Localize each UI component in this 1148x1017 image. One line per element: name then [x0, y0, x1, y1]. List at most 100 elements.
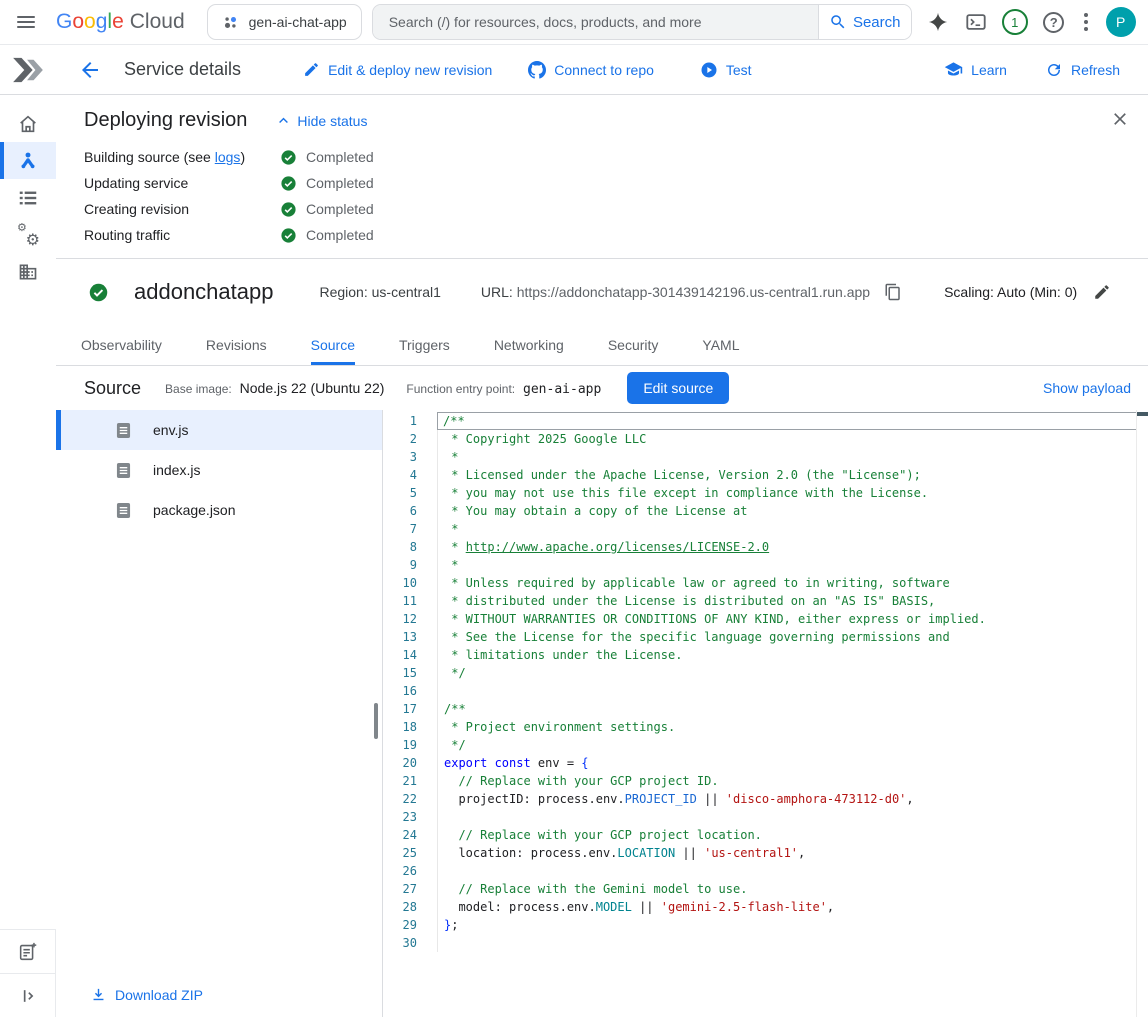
service-action-bar: Service details Edit & deploy new revisi… [0, 45, 1148, 95]
code-line-content[interactable] [437, 682, 1137, 700]
code-line-content[interactable]: * You may obtain a copy of the License a… [437, 502, 1137, 520]
edit-source-button[interactable]: Edit source [627, 372, 729, 404]
file-item-index.js[interactable]: index.js [56, 450, 382, 490]
connect-repo-label: Connect to repo [554, 62, 654, 78]
back-button[interactable] [78, 58, 102, 82]
code-line-content[interactable]: * [437, 448, 1137, 466]
code-line: 2 * Copyright 2025 Google LLC [383, 430, 1148, 448]
status-completed: Completed [280, 201, 374, 218]
cloud-logo-text: Cloud [130, 10, 185, 34]
tab-security[interactable]: Security [608, 325, 659, 365]
more-options-icon[interactable] [1080, 13, 1092, 31]
file-item-package.json[interactable]: package.json [56, 490, 382, 530]
code-line-content[interactable]: * you may not use this file except in co… [437, 484, 1137, 502]
copy-url-button[interactable] [884, 283, 902, 301]
region-label: Region: [319, 284, 367, 300]
chevron-up-icon [275, 112, 292, 129]
learn-button[interactable]: Learn [944, 60, 1007, 79]
code-line-content[interactable]: model: process.env.MODEL || 'gemini-2.5-… [437, 898, 1137, 916]
tab-revisions[interactable]: Revisions [206, 325, 267, 365]
file-item-env.js[interactable]: env.js [56, 410, 382, 450]
logs-link[interactable]: logs [215, 149, 241, 165]
search-input[interactable] [373, 14, 818, 30]
code-line: 24 // Replace with your GCP project loca… [383, 826, 1148, 844]
code-line-content[interactable]: // Replace with the Gemini model to use. [437, 880, 1137, 898]
code-line-content[interactable]: * Licensed under the Apache License, Ver… [437, 466, 1137, 484]
test-button[interactable]: Test [700, 61, 752, 79]
help-icon[interactable]: ? [1042, 10, 1066, 34]
line-number: 18 [383, 718, 437, 736]
connect-repo-button[interactable]: Connect to repo [528, 61, 654, 79]
notifications-badge[interactable]: 1 [1002, 9, 1028, 35]
close-status-panel-button[interactable] [1110, 109, 1130, 129]
editor-overview-ruler[interactable] [1136, 410, 1148, 1017]
tab-triggers[interactable]: Triggers [399, 325, 450, 365]
tab-observability[interactable]: Observability [81, 325, 162, 365]
code-line-content[interactable]: }; [437, 916, 1137, 934]
service-tabs: Observability Revisions Source Triggers Netw… [56, 325, 1148, 366]
code-editor[interactable]: 1/**2 * Copyright 2025 Google LLC3 *4 * … [383, 410, 1148, 1017]
gemini-sparkle-icon[interactable] [926, 10, 950, 34]
code-line-content[interactable]: /** [437, 700, 1137, 718]
code-line: 17/** [383, 700, 1148, 718]
code-line-content[interactable]: * limitations under the License. [437, 646, 1137, 664]
sidebar-item-release-notes[interactable] [0, 929, 55, 973]
file-panel-scrollbar[interactable] [374, 703, 378, 739]
tab-networking[interactable]: Networking [494, 325, 564, 365]
main-menu-icon[interactable] [14, 10, 38, 34]
sidebar-item-cloud-run[interactable] [0, 142, 56, 179]
code-line-content[interactable]: * WITHOUT WARRANTIES OR CONDITIONS OF AN… [437, 610, 1137, 628]
play-icon [700, 61, 718, 79]
sidebar-item-invocations[interactable] [0, 179, 56, 216]
download-zip-button[interactable]: Download ZIP [90, 986, 203, 1003]
edit-scaling-button[interactable] [1093, 283, 1111, 301]
code-line-content[interactable] [437, 934, 1137, 952]
project-picker-button[interactable]: gen-ai-chat-app [207, 4, 362, 40]
avatar[interactable]: P [1106, 7, 1136, 37]
code-line: 29}; [383, 916, 1148, 934]
code-line-content[interactable]: * distributed under the License is distr… [437, 592, 1137, 610]
code-line-content[interactable]: * http://www.apache.org/licenses/LICENSE… [437, 538, 1137, 556]
check-circle-icon [280, 227, 297, 244]
function-entry-point: Function entry point: gen-ai-app [406, 380, 601, 397]
code-line-content[interactable]: */ [437, 664, 1137, 682]
code-line-content[interactable]: * See the License for the specific langu… [437, 628, 1137, 646]
status-row-label: Building source (see logs) [84, 149, 280, 165]
code-line-content[interactable]: export const env = { [437, 754, 1137, 772]
code-line-content[interactable]: * [437, 556, 1137, 574]
sidebar-collapse-toggle[interactable] [0, 973, 55, 1017]
cloud-shell-icon[interactable] [964, 10, 988, 34]
sidebar-item-home[interactable] [0, 105, 56, 142]
url-value[interactable]: https://addonchatapp-301439142196.us-cen… [517, 284, 870, 300]
code-line-content[interactable]: * Project environment settings. [437, 718, 1137, 736]
line-number: 1 [383, 412, 437, 430]
service-header: addonchatapp Region: us-central1 URL: ht… [56, 259, 1148, 325]
tab-source[interactable]: Source [311, 325, 355, 365]
code-line-content[interactable]: location: process.env.LOCATION || 'us-ce… [437, 844, 1137, 862]
file-icon [116, 422, 131, 439]
sidebar-item-organization[interactable] [0, 253, 56, 290]
show-payload-link[interactable]: Show payload [1043, 380, 1131, 396]
check-circle-icon [280, 201, 297, 218]
source-content: env.jsindex.jspackage.json Download ZIP … [56, 410, 1148, 1017]
file-icon [116, 502, 131, 519]
code-line: 5 * you may not use this file except in … [383, 484, 1148, 502]
status-row: Building source (see logs)Completed [84, 144, 1148, 170]
hide-status-toggle[interactable]: Hide status [275, 112, 367, 129]
code-line-content[interactable]: * [437, 520, 1137, 538]
edit-deploy-button[interactable]: Edit & deploy new revision [303, 61, 492, 78]
code-line-content[interactable]: * Unless required by applicable law or a… [437, 574, 1137, 592]
code-line-content[interactable] [437, 808, 1137, 826]
line-number: 21 [383, 772, 437, 790]
code-line-content[interactable]: projectID: process.env.PROJECT_ID || 'di… [437, 790, 1137, 808]
code-line-content[interactable]: /** [437, 412, 1137, 430]
code-line-content[interactable]: * Copyright 2025 Google LLC [437, 430, 1137, 448]
code-line-content[interactable]: // Replace with your GCP project locatio… [437, 826, 1137, 844]
sidebar-item-integrations[interactable]: ⚙⚙ [0, 216, 56, 253]
search-button[interactable]: Search [818, 5, 911, 39]
tab-yaml[interactable]: YAML [702, 325, 739, 365]
code-line-content[interactable]: // Replace with your GCP project ID. [437, 772, 1137, 790]
refresh-button[interactable]: Refresh [1045, 61, 1120, 79]
code-line-content[interactable] [437, 862, 1137, 880]
code-line-content[interactable]: */ [437, 736, 1137, 754]
